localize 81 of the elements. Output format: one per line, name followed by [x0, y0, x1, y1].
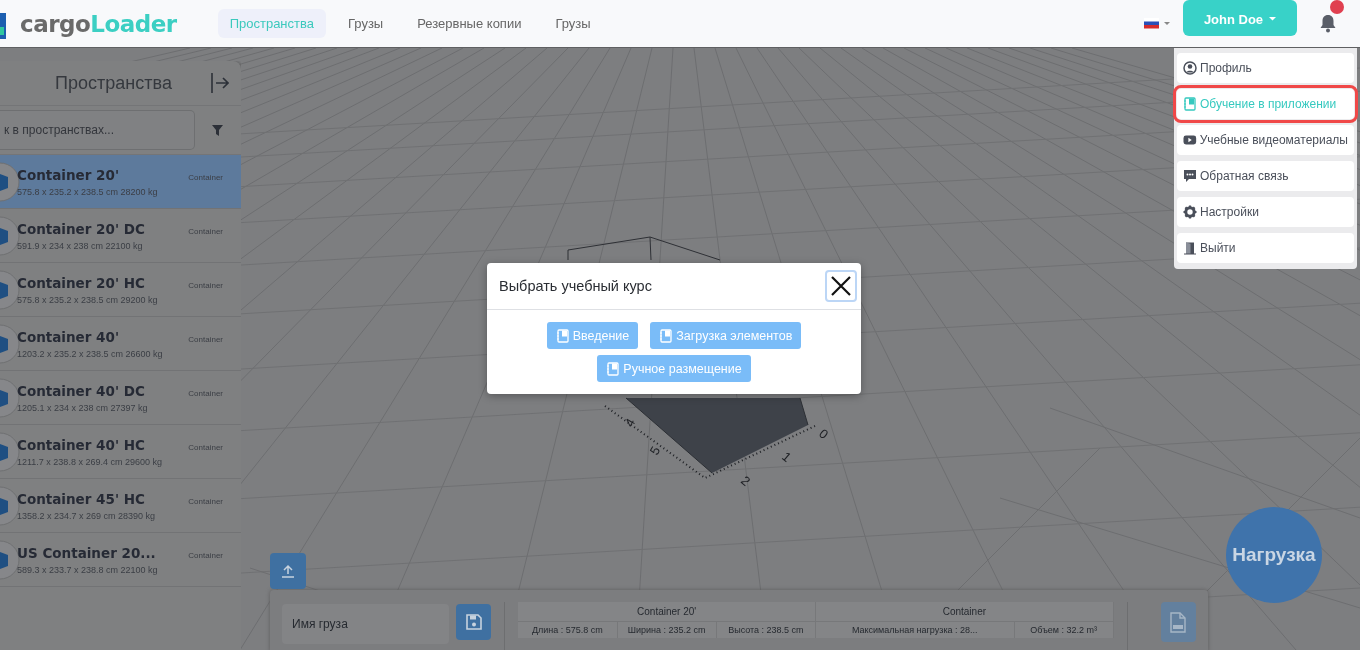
space-type: Container [188, 388, 223, 398]
course-button[interactable]: Ручное размещение [597, 355, 751, 382]
axis-label: 0 [816, 425, 832, 442]
table-header-cell: Container [816, 602, 1114, 622]
collapse-icon[interactable] [211, 73, 229, 93]
settings-icon [1183, 205, 1197, 219]
space-name: US Container 20... [17, 544, 156, 561]
caret-icon[interactable] [1164, 22, 1170, 25]
modal-title: Выбрать учебный курс [499, 278, 652, 294]
bell-icon[interactable] [1320, 14, 1336, 33]
menu-item[interactable]: Настройки [1177, 197, 1354, 227]
course-button[interactable]: Введение [546, 322, 639, 349]
russia-flag-icon[interactable] [1144, 18, 1159, 29]
upload-button[interactable] [270, 553, 306, 589]
nav-tab[interactable]: Грузы [336, 9, 396, 38]
notification-badge [1330, 0, 1344, 14]
play-icon [1183, 133, 1197, 147]
book-icon [1183, 97, 1197, 111]
pdf-export-button[interactable] [1160, 602, 1196, 642]
upload-icon [281, 564, 295, 578]
space-type: Container [188, 496, 223, 506]
space-dimensions: 1205.1 x 234 x 238 cm 27397 kg [17, 402, 149, 413]
table-cell: Высота : 238.5 cm [716, 622, 816, 638]
filter-icon[interactable] [212, 124, 223, 136]
sidebar-title: Пространства [54, 72, 173, 94]
space-type: Container [188, 334, 223, 344]
space-list-item[interactable]: Container 40' Container 1203.2 x 235.2 x 238.5 cm 26600 kg [0, 317, 241, 371]
space-dimensions: 589.3 x 233.7 x 238.8 cm 22100 kg [17, 564, 159, 575]
space-type: Container [188, 226, 223, 236]
space-list-item[interactable]: Container 20' DC Container 591.9 x 234 x 238 cm 22100 kg [0, 209, 241, 263]
close-icon [831, 276, 851, 296]
save-button[interactable] [456, 604, 492, 640]
chat-bubble-icon [1183, 169, 1197, 183]
axis-label: 2 [738, 472, 754, 489]
book-icon [659, 328, 674, 343]
book-icon [555, 328, 570, 343]
menu-item[interactable]: Профиль [1177, 53, 1354, 83]
axis-label: 4 [621, 415, 639, 430]
table-cell: Объем : 32.2 m³ [1014, 622, 1114, 638]
space-list-item[interactable]: Container 20' HC Container 575.8 x 235.2 x 238.5 cm 29200 kg [0, 263, 241, 317]
space-name: Container 20' HC [17, 274, 145, 291]
cargo-name-field[interactable]: Имя груза [282, 604, 449, 644]
space-type: Container [188, 280, 223, 290]
book-icon [606, 361, 621, 376]
course-button[interactable]: Загрузка элементов [650, 322, 802, 349]
menu-item[interactable]: Обратная связь [1177, 161, 1354, 191]
space-dimensions: 575.8 x 235.2 x 238.5 cm 29200 kg [17, 294, 159, 305]
space-type: Container [188, 172, 223, 182]
user-circle-icon [1183, 61, 1197, 75]
nav-tab[interactable]: Грузы [543, 9, 603, 38]
axis-label: 5 [646, 443, 664, 458]
user-menu-button[interactable]: John Doe [1183, 0, 1297, 36]
logo-text: cargoLoader [20, 10, 177, 37]
nav-tab[interactable]: Резервные копии [405, 9, 534, 38]
caret-icon [1269, 17, 1277, 21]
space-name: Container 40' HC [17, 436, 145, 453]
space-dimensions: 1203.2 x 235.2 x 238.5 cm 26600 kg [17, 348, 164, 359]
table-cell: Максимальная нагрузка : 28... [816, 622, 1015, 638]
axis-label: 1 [779, 448, 795, 465]
table-cell: Длина : 575.8 cm [518, 622, 618, 638]
space-name: Container 40' [17, 328, 120, 345]
space-list-item[interactable]: Container 40' DC Container 1205.1 x 234 x 238 cm 27397 kg [0, 371, 241, 425]
table-cell: Ширина : 235.2 cm [617, 622, 717, 638]
space-list-item[interactable]: Container 20' Container 575.8 x 235.2 x 238.5 cm 28200 kg [0, 155, 241, 209]
space-type: Container [188, 550, 223, 560]
space-name: Container 20' [17, 166, 120, 183]
space-list-item[interactable]: US Container 20... Container 589.3 x 233.7 x 238.8 cm 22100 kg [0, 533, 241, 587]
space-name: Container 40' DC [17, 382, 145, 399]
table-header-cell: Container 20' [518, 602, 816, 622]
space-dimensions: 591.9 x 234 x 238 cm 22100 kg [17, 240, 144, 251]
space-name: Container 20' DC [17, 220, 145, 237]
menu-item[interactable]: Выйти [1177, 233, 1354, 263]
close-button[interactable] [825, 270, 857, 302]
space-name: Container 45' HC [17, 490, 145, 507]
door-icon [1183, 241, 1197, 255]
search-field[interactable]: к в пространствах... [0, 110, 195, 150]
pdf-file-icon [1170, 611, 1187, 633]
space-dimensions: 575.8 x 235.2 x 238.5 cm 28200 kg [17, 186, 159, 197]
save-icon [465, 614, 482, 630]
space-type: Container [188, 442, 223, 452]
menu-item[interactable]: Учебные видеоматериалы [1177, 125, 1354, 155]
